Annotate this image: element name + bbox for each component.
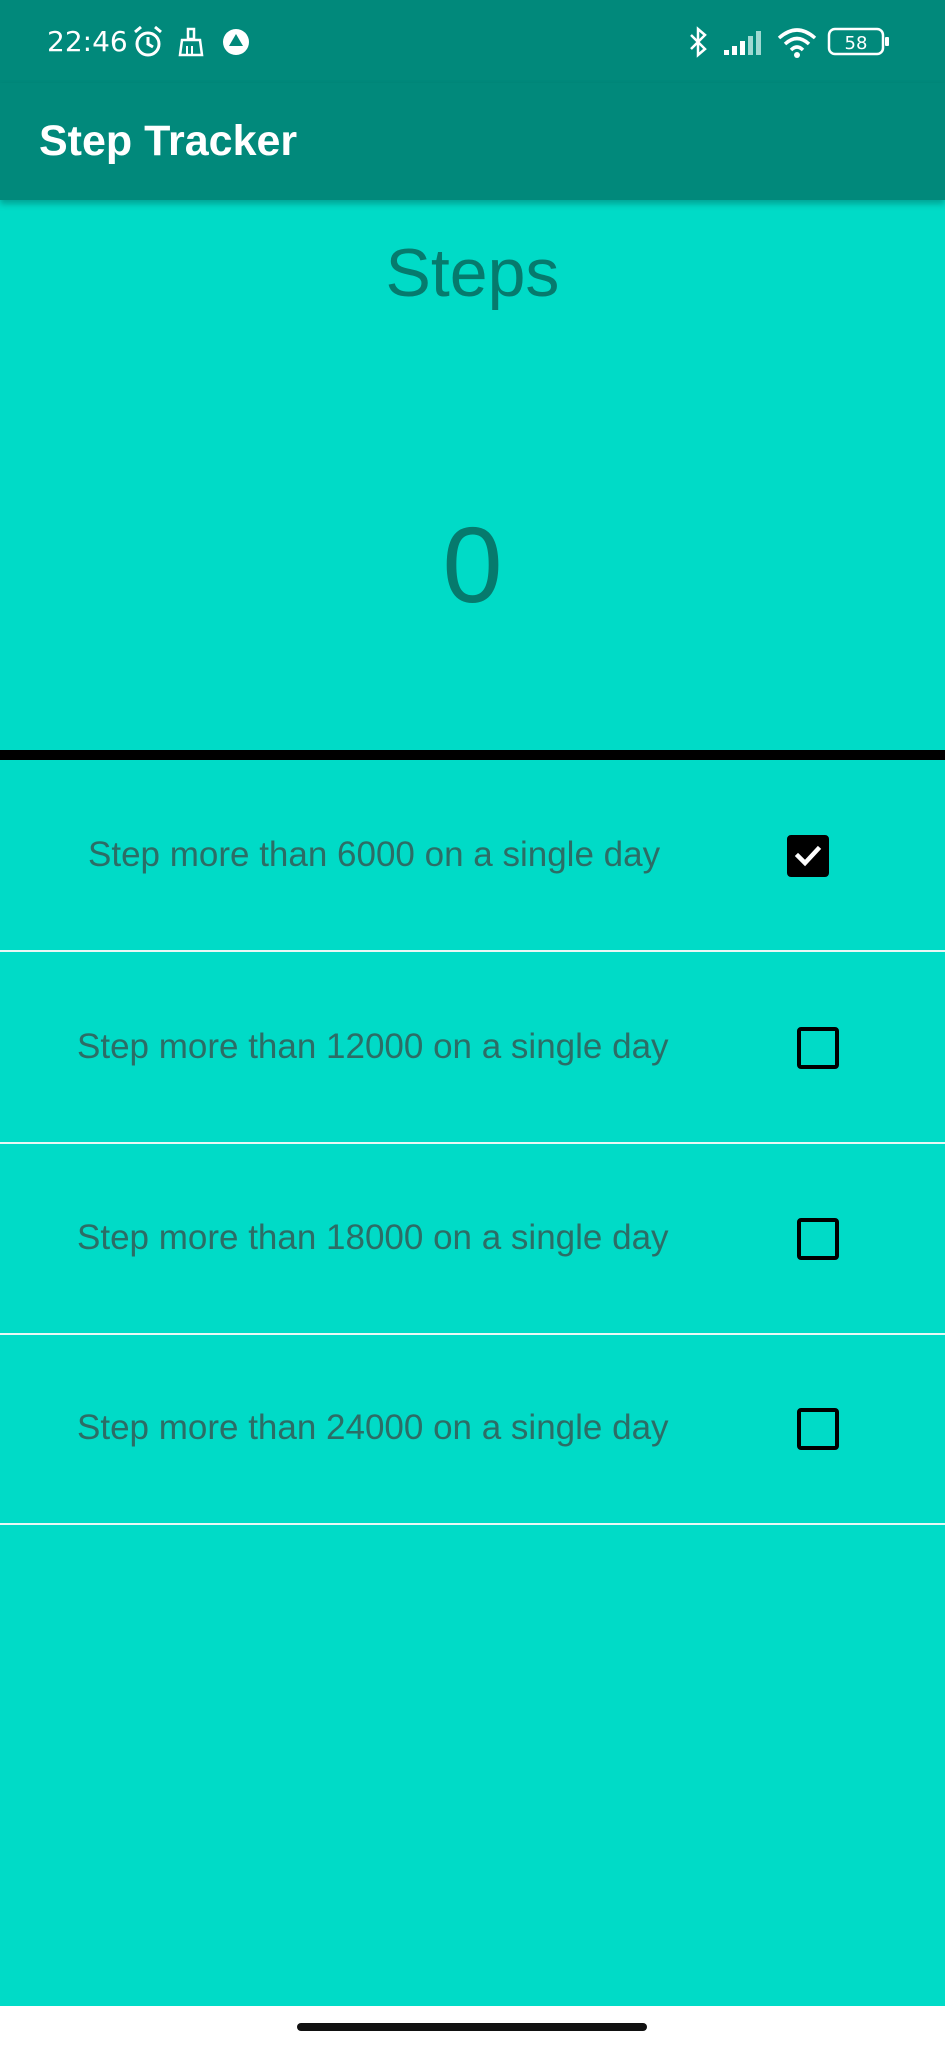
checkmark-icon bbox=[794, 845, 822, 867]
status-time: 22:46 bbox=[47, 25, 128, 58]
goal-checkbox[interactable] bbox=[797, 1408, 839, 1450]
home-gesture-handle[interactable] bbox=[297, 2023, 647, 2031]
status-bar: 22:46 58 bbox=[0, 0, 945, 83]
goal-row[interactable]: Step more than 24000 on a single day bbox=[0, 1333, 945, 1525]
goal-label: Step more than 12000 on a single day bbox=[77, 1027, 669, 1066]
cleaner-icon bbox=[177, 24, 205, 60]
battery-level: 58 bbox=[845, 33, 868, 54]
signal-icon bbox=[722, 24, 764, 60]
goal-row[interactable]: Step more than 18000 on a single day bbox=[0, 1143, 945, 1335]
goal-checkbox[interactable] bbox=[797, 1027, 839, 1069]
goal-label: Step more than 18000 on a single day bbox=[77, 1218, 669, 1257]
wifi-icon bbox=[775, 24, 819, 60]
steps-label: Steps bbox=[385, 235, 560, 311]
app-notification-icon bbox=[221, 24, 251, 60]
goal-row[interactable]: Step more than 6000 on a single day bbox=[0, 760, 945, 952]
app-title: Step Tracker bbox=[39, 117, 298, 165]
app-bar: Step Tracker bbox=[0, 83, 945, 200]
bluetooth-icon bbox=[686, 24, 710, 60]
goal-checkbox[interactable] bbox=[797, 1218, 839, 1260]
steps-count: 0 bbox=[442, 504, 503, 625]
section-divider bbox=[0, 750, 945, 760]
navigation-bar bbox=[0, 2006, 945, 2048]
battery-icon: 58 bbox=[827, 24, 891, 60]
goal-label: Step more than 24000 on a single day bbox=[77, 1408, 669, 1447]
goal-label: Step more than 6000 on a single day bbox=[88, 835, 661, 874]
alarm-icon bbox=[132, 24, 164, 60]
goal-row[interactable]: Step more than 12000 on a single day bbox=[0, 952, 945, 1144]
goal-checkbox[interactable] bbox=[787, 835, 829, 877]
